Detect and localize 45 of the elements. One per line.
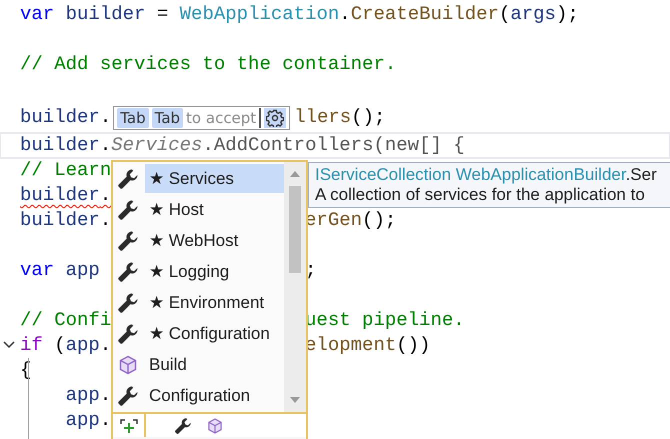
code-text: llers(); xyxy=(294,105,386,130)
code-text: app. xyxy=(64,384,112,406)
code-text: // Confi xyxy=(20,309,112,331)
code-error-text: builder. xyxy=(20,184,112,206)
scrollbar[interactable] xyxy=(284,162,306,412)
code-text: builder. xyxy=(20,209,112,231)
settings-button[interactable] xyxy=(264,108,286,128)
code-text: erGen(); xyxy=(305,208,396,233)
code-text: var app xyxy=(20,259,100,281)
description-text: A collection of services for the application to xyxy=(315,185,646,205)
cube-icon[interactable] xyxy=(206,417,224,435)
cube-icon xyxy=(117,354,139,376)
collapse-chevron-icon[interactable] xyxy=(3,340,15,350)
wrench-icon xyxy=(117,198,139,220)
code-text: ; xyxy=(305,258,316,283)
completion-item[interactable]: Configuration xyxy=(145,381,284,410)
code-text: // Learn xyxy=(20,159,112,181)
scroll-down-icon[interactable] xyxy=(289,396,301,404)
wrench-icon xyxy=(117,322,139,344)
wrench-icon xyxy=(117,230,139,252)
completion-item[interactable]: ★ Environment xyxy=(145,288,284,317)
scrollbar-thumb[interactable] xyxy=(289,186,301,273)
code-text: // Add services to the container. xyxy=(20,53,396,75)
wrench-icon xyxy=(117,292,139,314)
code-text: builder.Services.AddControllers(new[] { xyxy=(20,134,465,156)
completion-item[interactable]: ★ WebHost xyxy=(145,226,284,255)
code-text: builder. xyxy=(20,106,112,128)
completion-item[interactable]: ★ Logging xyxy=(145,257,284,286)
wrench-icon xyxy=(117,384,139,406)
completion-item[interactable]: ★ Host xyxy=(145,195,284,224)
completion-item[interactable]: Build xyxy=(145,350,284,379)
code-text: var builder = WebApplication.CreateBuilder(args); xyxy=(20,3,579,25)
completion-item[interactable]: ★ Services xyxy=(145,164,284,193)
wrench-icon[interactable] xyxy=(174,417,192,435)
key-label: Tab xyxy=(117,108,149,128)
code-text: elopment()) xyxy=(305,333,430,358)
code-text: app. xyxy=(64,409,112,431)
completion-item[interactable]: ★ Configuration xyxy=(145,319,284,348)
key-label: Tab xyxy=(152,108,184,128)
signature-text: IServiceCollection WebApplicationBuilder.Ser xyxy=(315,165,658,185)
wrench-icon xyxy=(117,168,139,190)
wrench-icon xyxy=(117,260,139,282)
scroll-up-icon[interactable] xyxy=(289,170,301,178)
hint-text: to accept xyxy=(186,108,262,128)
code-text: if (app. xyxy=(20,334,112,356)
